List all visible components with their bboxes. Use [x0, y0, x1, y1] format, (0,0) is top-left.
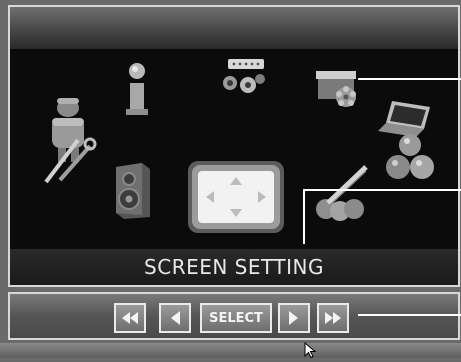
bottom-strip [0, 343, 461, 358]
next-button[interactable] [278, 303, 310, 333]
double-left-arrow-icon [122, 312, 138, 324]
information-icon[interactable] [122, 61, 152, 123]
select-button[interactable]: SELECT [200, 303, 272, 333]
previous-button[interactable] [159, 303, 191, 333]
screen-setting-icon[interactable] [184, 157, 288, 243]
color-palette-icon[interactable] [310, 163, 372, 225]
projector-fan-icon[interactable] [312, 67, 364, 115]
menu-title: SCREEN SETTING [144, 255, 324, 279]
rewind-button[interactable] [114, 303, 146, 333]
speaker-icon[interactable] [112, 161, 154, 225]
video-connectors-icon[interactable] [214, 57, 272, 101]
header-band [10, 7, 458, 49]
technician-tools-icon[interactable] [38, 94, 100, 190]
menu-panel: SCREEN SETTING [8, 5, 460, 287]
double-right-arrow-icon [325, 312, 341, 324]
color-balls-icon[interactable] [384, 131, 436, 191]
icon-menu-area [10, 49, 458, 249]
control-bar: SELECT [8, 292, 460, 340]
select-button-label: SELECT [209, 310, 263, 326]
fast-forward-button[interactable] [317, 303, 349, 333]
mouse-pointer-icon [304, 341, 318, 362]
left-arrow-icon [171, 311, 180, 325]
right-arrow-icon [289, 311, 298, 325]
menu-title-band: SCREEN SETTING [10, 249, 458, 285]
